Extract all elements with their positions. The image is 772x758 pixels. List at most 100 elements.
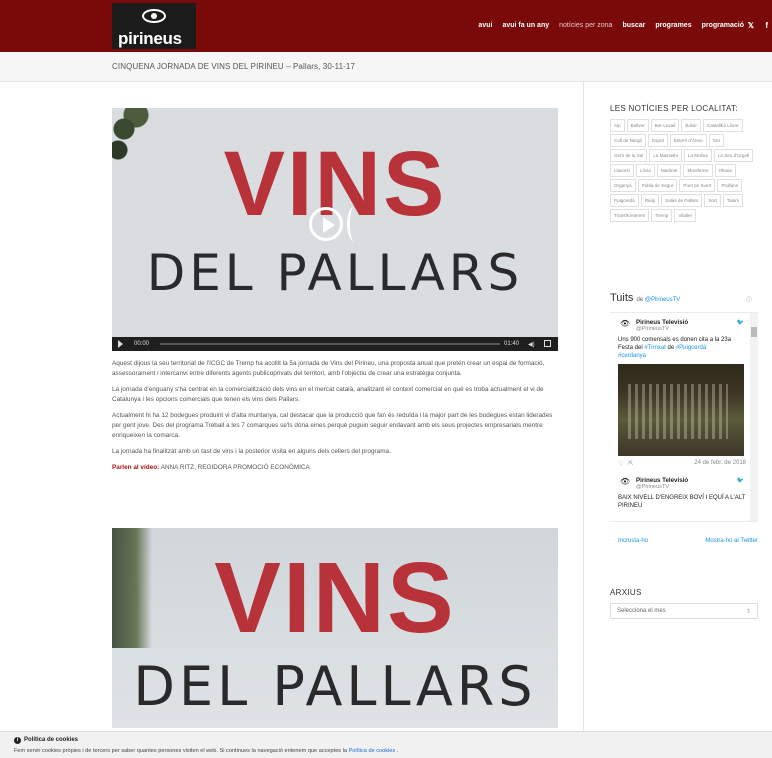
twitter-widget-header: Tuits de @PirineusTV bbox=[610, 292, 681, 304]
location-tag[interactable]: Montferrer bbox=[683, 164, 713, 177]
location-tag[interactable]: La Massella bbox=[649, 149, 682, 162]
video-player-2[interactable]: VINS DEL PALLARS bbox=[112, 528, 558, 728]
avatar: 👁 bbox=[619, 319, 631, 328]
play-button-icon[interactable] bbox=[309, 207, 343, 241]
video-player[interactable]: VINS DEL PALLARS 00:00 01:40 ◀) bbox=[112, 108, 558, 351]
location-tag[interactable]: Alp bbox=[610, 119, 625, 132]
location-tag[interactable]: Llavorsí bbox=[610, 164, 635, 177]
archive-month-select[interactable]: Selecciona el mes ⇕ bbox=[610, 603, 758, 619]
location-tag[interactable]: Pobla de Segur bbox=[637, 179, 678, 192]
nav-buscar[interactable]: buscar bbox=[622, 22, 645, 29]
main-nav: avui avui fa un any notícies per zona bu… bbox=[468, 22, 744, 29]
video-current-time: 00:00 bbox=[134, 341, 150, 347]
tweet-author-name: Pirineus Televisió bbox=[636, 319, 689, 326]
main-content: VINS DEL PALLARS 00:00 01:40 ◀) Aquest d… bbox=[112, 108, 558, 479]
location-tag[interactable]: Bolvir bbox=[681, 119, 701, 132]
tweet-text: Uns 900 comensals es donen cita a la 23a… bbox=[618, 337, 732, 359]
cookie-title: i Política de cookies bbox=[14, 737, 78, 744]
video-subtitle-text: DEL PALLARS bbox=[146, 244, 524, 302]
article-paragraph: Aquest dijous la seu territorial de l'IC… bbox=[112, 360, 545, 377]
location-tag[interactable]: Oliana bbox=[714, 164, 736, 177]
location-tag[interactable]: Castellbò Lliure bbox=[702, 119, 743, 132]
video-controls: 00:00 01:40 ◀) bbox=[112, 337, 558, 351]
like-icon[interactable]: ♡ ⇱ bbox=[618, 460, 633, 467]
avatar: 👁 bbox=[619, 477, 631, 486]
sound-wave-icon bbox=[347, 207, 361, 241]
location-tag[interactable]: Talarn bbox=[722, 194, 744, 207]
sidebar-divider bbox=[583, 82, 584, 737]
video-progress-bar[interactable] bbox=[160, 343, 500, 345]
view-on-twitter-link[interactable]: Mostra-ho al Twitter bbox=[705, 538, 758, 544]
header-inner: pirineus tv avui avui fa un any notícies… bbox=[112, 0, 772, 68]
chevron-down-icon: ⇕ bbox=[745, 609, 751, 615]
cookie-policy-link[interactable]: Política de cookies bbox=[349, 748, 396, 754]
tweet-item[interactable]: 👁 Pirineus Televisió @PirineusTV 🐦 BAIX … bbox=[610, 471, 758, 514]
location-tag[interactable]: Espot bbox=[648, 134, 668, 147]
sidebar-locations: LES NOTÍCIES PER LOCALITAT: Alp Bellver Bo… bbox=[610, 104, 760, 222]
location-tag[interactable]: Gerri de la Sal bbox=[610, 149, 648, 162]
video-duration: 01:40 bbox=[504, 341, 520, 347]
location-tag[interactable]: Rialp bbox=[640, 194, 660, 207]
tweet-author-handle: @PirineusTV bbox=[636, 484, 670, 490]
facebook-icon[interactable]: f bbox=[765, 21, 768, 30]
speakers-label: Parlen al vídeo: bbox=[112, 464, 160, 471]
tweet-item[interactable]: 👁 Pirineus Televisió @PirineusTV 🐦 Uns 9… bbox=[610, 313, 758, 471]
cookie-banner: i Política de cookies Fem servir cookies … bbox=[0, 731, 772, 758]
info-icon[interactable]: ⓘ bbox=[746, 295, 752, 304]
location-tag[interactable]: Tremp bbox=[651, 209, 673, 222]
speakers-names: ANNA RITZ, REGIDORA PROMOCIÓ ECONÒMICA bbox=[160, 464, 310, 471]
twitter-widget-footer: Incrusta-ho Mostra-ho al Twitter bbox=[618, 538, 758, 544]
tweet-author-name: Pirineus Televisió bbox=[636, 477, 689, 484]
twitter-bird-icon: 🐦 bbox=[736, 478, 744, 484]
article-speakers: Parlen al vídeo: ANNA RITZ, REGIDORA PRO… bbox=[112, 463, 558, 473]
location-tag[interactable]: Bellver bbox=[626, 119, 649, 132]
location-tag[interactable]: Salàs de Pallars bbox=[661, 194, 703, 207]
location-tag[interactable]: Ger bbox=[708, 134, 725, 147]
scrollbar-thumb[interactable] bbox=[751, 327, 757, 337]
location-tag[interactable]: Llívia bbox=[636, 164, 655, 177]
twitter-icon[interactable]: 𝕏 bbox=[748, 21, 754, 30]
feed-scrollbar[interactable] bbox=[750, 313, 758, 521]
location-tag[interactable]: Puigcerdà bbox=[610, 194, 639, 207]
page-title-bar: CINQUENA JORNADA DE VINS DEL PIRINEU – P… bbox=[0, 52, 772, 82]
tweet-text: BAIX NIVELL D'ENGREIX BOVÍ I EQUÍ A L'AL… bbox=[618, 495, 746, 509]
location-tag[interactable]: Pont de Suert bbox=[679, 179, 716, 192]
fullscreen-icon[interactable] bbox=[544, 340, 551, 347]
article-paragraph: La jornada ha finalitzat amb un tast de … bbox=[112, 448, 391, 455]
location-tag[interactable]: Esterri d'Àneu bbox=[669, 134, 707, 147]
info-icon: i bbox=[14, 737, 21, 744]
location-tag[interactable]: Vilaller bbox=[674, 209, 697, 222]
twitter-feed: 👁 Pirineus Televisió @PirineusTV 🐦 Uns 9… bbox=[610, 312, 758, 522]
location-tag[interactable]: Transfronterers bbox=[610, 209, 650, 222]
social-links: 𝕏 f bbox=[739, 21, 768, 30]
tweet-author-handle: @PirineusTV bbox=[636, 326, 670, 332]
play-icon[interactable] bbox=[118, 340, 123, 348]
location-tag[interactable]: La Seu d'Urgell bbox=[713, 149, 754, 162]
archive-select-value: Selecciona el mes bbox=[617, 608, 666, 614]
nav-programacio[interactable]: programació bbox=[702, 22, 744, 29]
location-tag[interactable]: Bor-Lavall bbox=[650, 119, 680, 132]
site-header: pirineus tv avui avui fa un any notícies… bbox=[0, 0, 772, 68]
location-tag[interactable]: Prullans bbox=[717, 179, 742, 192]
twitter-widget: Tuits de @PirineusTV ⓘ 👁 Pirineus Televi… bbox=[610, 292, 758, 548]
article-paragraph: Actualment hi ha 12 bodegues produint vi… bbox=[112, 412, 553, 439]
volume-icon[interactable]: ◀) bbox=[528, 341, 535, 348]
location-tag[interactable]: Organyà bbox=[610, 179, 636, 192]
location-tag[interactable]: La Molina bbox=[683, 149, 712, 162]
tweet-image[interactable] bbox=[618, 364, 744, 456]
location-tag[interactable]: Martinet bbox=[656, 164, 682, 177]
nav-noticies-per-zona[interactable]: notícies per zona bbox=[559, 22, 612, 29]
nav-programes[interactable]: programes bbox=[655, 22, 691, 29]
video2-title-text: VINS bbox=[214, 542, 456, 654]
nav-avui-fa-un-any[interactable]: avui fa un any bbox=[502, 22, 549, 29]
location-tag[interactable]: Sort bbox=[704, 194, 721, 207]
locations-tag-cloud: Alp Bellver Bor-Lavall Bolvir Castellbò Lliu… bbox=[610, 119, 758, 222]
site-logo[interactable]: pirineus tv bbox=[112, 3, 196, 68]
cookie-message: Fem servir cookies pròpies i de tercers … bbox=[14, 748, 399, 754]
nav-avui[interactable]: avui bbox=[478, 22, 492, 29]
tweet-meta: ♡ ⇱ 24 de febr. de 2018 bbox=[618, 460, 746, 467]
archive-heading: ARXIUS bbox=[610, 588, 642, 597]
location-tag[interactable]: Coll de Nargó bbox=[610, 134, 647, 147]
article-paragraph: La jornada d'enguany s'ha centrat en la … bbox=[112, 386, 544, 403]
embed-link[interactable]: Incrusta-ho bbox=[618, 538, 648, 544]
